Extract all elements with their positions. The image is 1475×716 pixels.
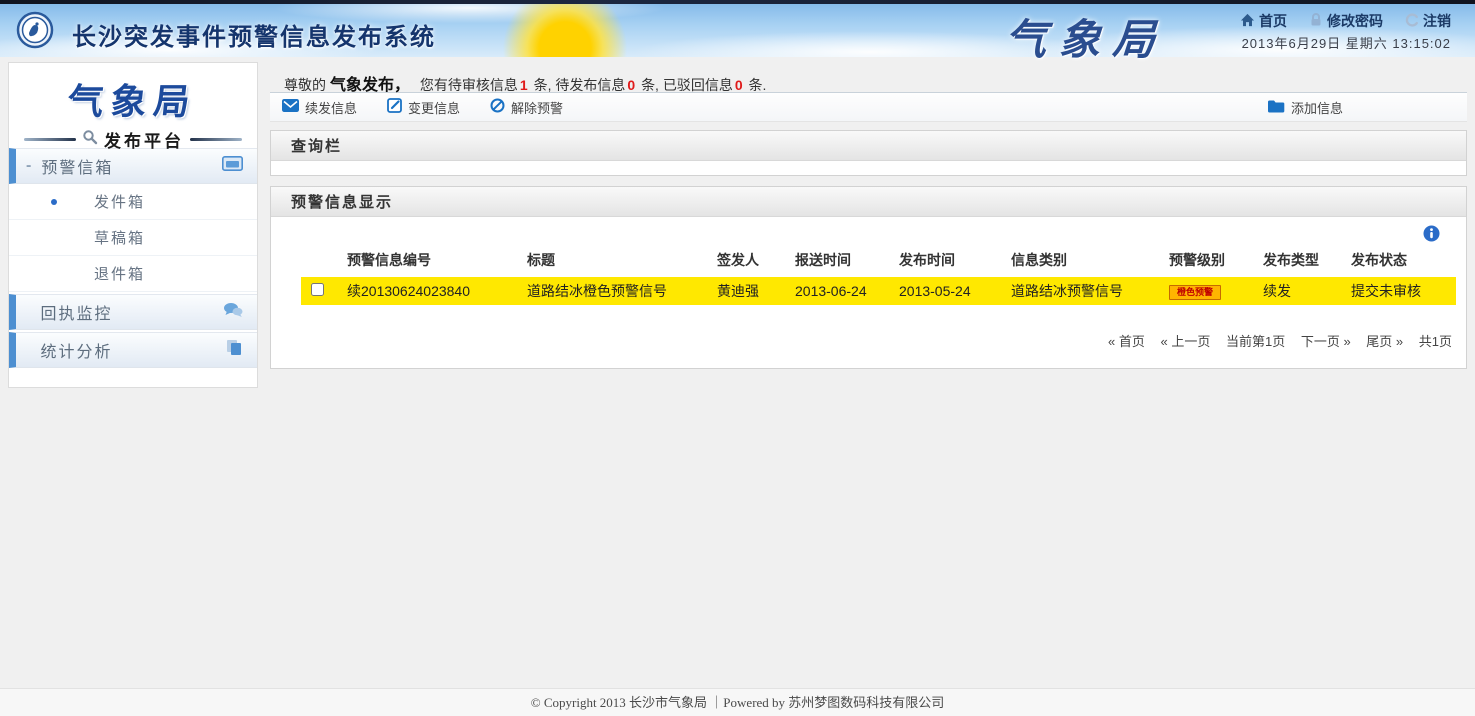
pagination-first[interactable]: « 首页 (1108, 334, 1145, 349)
cell-publish-time: 2013-05-24 (895, 277, 1007, 305)
warning-level-badge: 橙色预警 (1169, 285, 1221, 300)
sidebar-logo-subtitle: 发布平台 (104, 127, 184, 152)
decor-line (190, 138, 242, 141)
resend-info-button[interactable]: 续发信息 (282, 98, 357, 117)
col-issuer: 签发人 (713, 243, 791, 277)
report-pages-icon (225, 339, 243, 361)
pagination-current: 当前第1页 (1226, 334, 1285, 349)
pagination: « 首页 « 上一页 当前第1页 下一页 » 尾页 » 共1页 (271, 305, 1466, 354)
prohibit-icon (490, 98, 505, 116)
sidebar: 气象局 发布平台 - 预警信箱 发件箱 草稿箱 (8, 62, 258, 388)
warning-table: 预警信息编号 标题 签发人 报送时间 发布时间 信息类别 预警级别 发布类型 发… (301, 243, 1456, 305)
header: 长沙突发事件预警信息发布系统 气象局 首页 修改密码 (0, 0, 1475, 57)
edit-icon (387, 98, 402, 116)
greeting-username: 气象发布， (330, 77, 410, 94)
system-title: 长沙突发事件预警信息发布系统 (72, 17, 436, 52)
sidebar-item-outbox[interactable]: 发件箱 (9, 184, 257, 220)
home-link[interactable]: 首页 (1240, 11, 1287, 31)
toolbar: 续发信息 变更信息 解除预警 (270, 92, 1467, 122)
col-submit-time: 报送时间 (791, 243, 895, 277)
cell-status: 提交未审核 (1347, 277, 1456, 305)
active-dot (51, 199, 57, 205)
sidebar-item-warning-inbox[interactable]: - 预警信箱 (9, 148, 257, 184)
header-datetime: 2013年6月29日 星期六 13:15:02 (1242, 33, 1451, 52)
cell-title[interactable]: 道路结冰橙色预警信号 (523, 277, 713, 305)
mailbox-icon (222, 156, 243, 176)
brand-title: 气象局 (1003, 6, 1169, 67)
col-title: 标题 (523, 243, 713, 277)
table-header-row: 预警信息编号 标题 签发人 报送时间 发布时间 信息类别 预警级别 发布类型 发… (301, 243, 1456, 277)
collapse-marker: - (26, 157, 31, 175)
add-info-button[interactable]: 添加信息 (1267, 98, 1343, 117)
pagination-prev[interactable]: « 上一页 (1161, 334, 1211, 349)
logout-icon (1405, 13, 1419, 30)
warning-list-panel: 预警信息显示 预警信息编号 标题 签发人 (270, 186, 1467, 369)
cell-warning-id: 续20130624023840 (343, 277, 523, 305)
col-publish-type: 发布类型 (1259, 243, 1347, 277)
query-panel: 查询栏 (270, 130, 1467, 176)
col-status: 发布状态 (1347, 243, 1456, 277)
row-checkbox[interactable] (311, 283, 324, 296)
lock-icon (1309, 12, 1323, 30)
chat-bubbles-icon (223, 302, 243, 323)
greeting-message: 尊敬的气象发布， 您有待审核信息1 条, 待发布信息0 条, 已驳回信息0 条. (270, 62, 1467, 92)
pending-publish-count: 0 (627, 77, 635, 93)
change-info-button[interactable]: 变更信息 (387, 98, 460, 117)
info-icon[interactable] (1423, 225, 1440, 247)
agency-logo-icon (16, 11, 54, 49)
col-publish-time: 发布时间 (895, 243, 1007, 277)
cell-submit-time: 2013-06-24 (791, 277, 895, 305)
decor-line (24, 138, 76, 141)
cell-issuer: 黄迪强 (713, 277, 791, 305)
pagination-total: 共1页 (1419, 334, 1452, 349)
sidebar-item-drafts[interactable]: 草稿箱 (9, 220, 257, 256)
logout-link[interactable]: 注销 (1405, 11, 1451, 31)
col-category: 信息类别 (1007, 243, 1165, 277)
footer-copyright: © Copyright 2013 长沙市气象局 ｜Powered by 苏州梦图… (0, 688, 1475, 716)
pagination-next[interactable]: 下一页 » (1301, 334, 1351, 349)
main-content: 尊敬的气象发布， 您有待审核信息1 条, 待发布信息0 条, 已驳回信息0 条.… (270, 62, 1467, 369)
top-nav: 首页 修改密码 注销 (1240, 11, 1451, 31)
envelope-icon (282, 99, 299, 115)
col-level: 预警级别 (1165, 243, 1259, 277)
query-panel-title[interactable]: 查询栏 (271, 131, 1466, 161)
sidebar-item-receipt-monitor[interactable]: 回执监控 (9, 294, 257, 330)
table-row[interactable]: 续20130624023840 道路结冰橙色预警信号 黄迪强 2013-06-2… (301, 277, 1456, 305)
change-password-link[interactable]: 修改密码 (1309, 11, 1383, 31)
sidebar-item-statistics[interactable]: 统计分析 (9, 332, 257, 368)
sidebar-logo: 气象局 发布平台 (9, 63, 257, 148)
col-warning-id: 预警信息编号 (343, 243, 523, 277)
sidebar-item-returned[interactable]: 退件箱 (9, 256, 257, 292)
warning-list-title: 预警信息显示 (271, 187, 1466, 217)
magnifier-icon (82, 129, 98, 150)
pending-review-count: 1 (520, 77, 528, 93)
sidebar-logo-title: 气象局 (66, 73, 200, 125)
cell-publish-type: 续发 (1259, 277, 1347, 305)
cancel-warning-button[interactable]: 解除预警 (490, 98, 563, 117)
rejected-count: 0 (735, 77, 743, 93)
home-icon (1240, 13, 1255, 30)
cell-category: 道路结冰预警信号 (1007, 277, 1165, 305)
pagination-last[interactable]: 尾页 » (1366, 334, 1403, 349)
folder-icon (1267, 99, 1285, 116)
